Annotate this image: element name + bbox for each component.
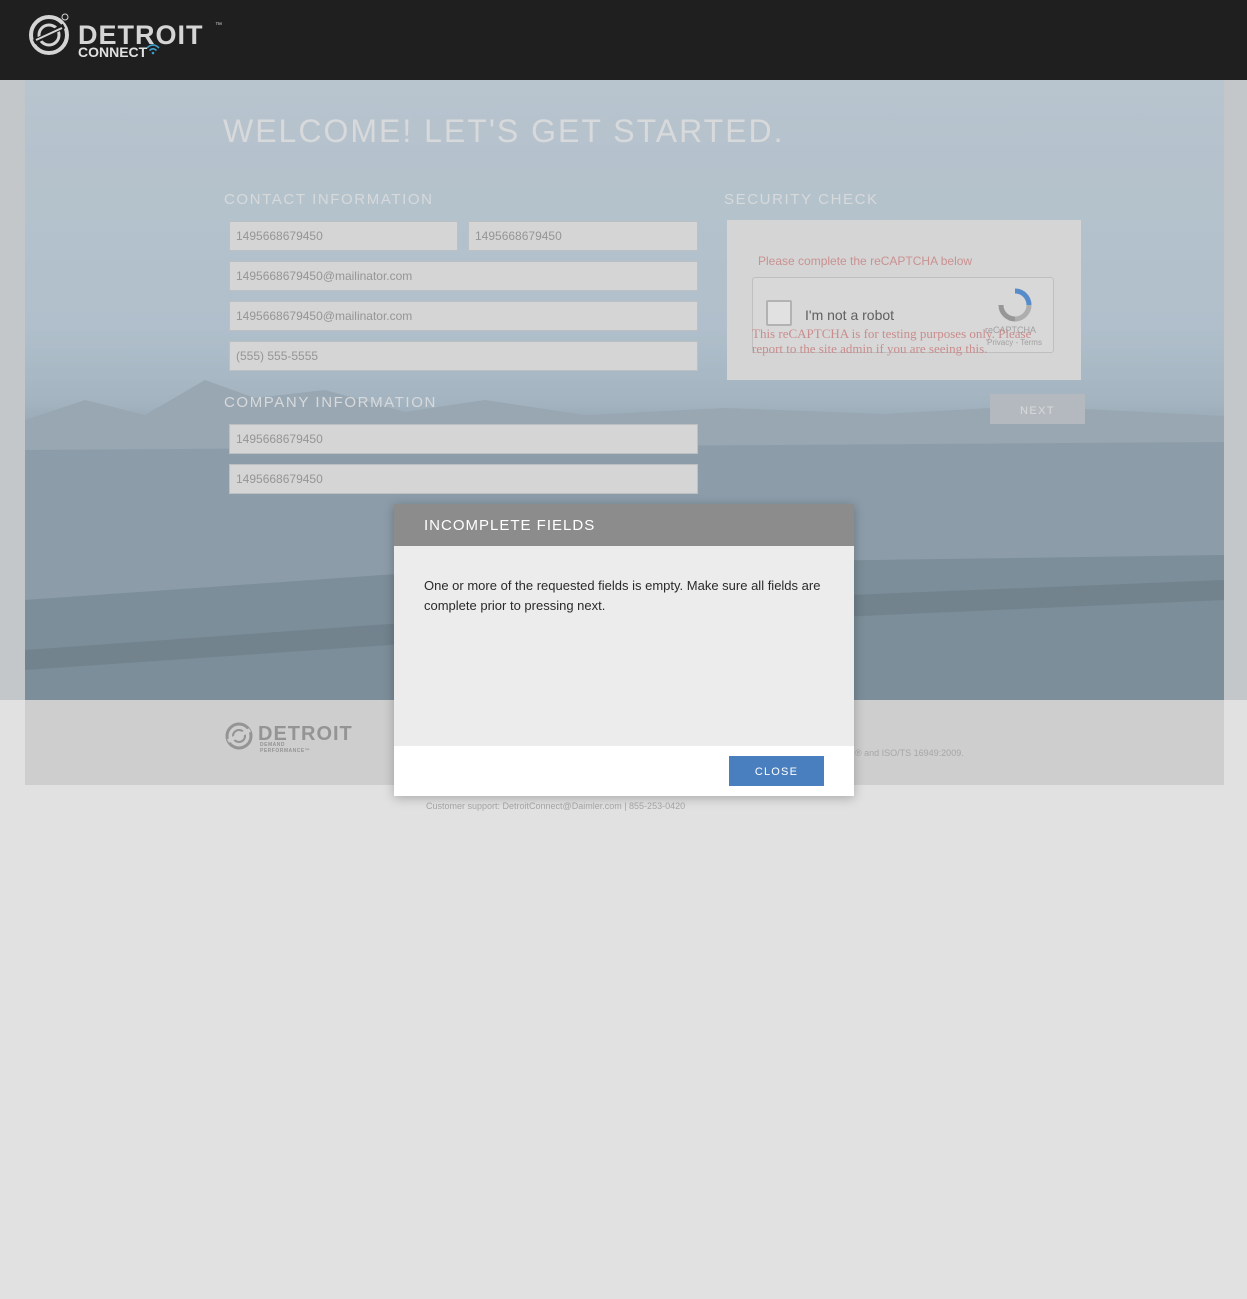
dialog-header: INCOMPLETE FIELDS <box>394 504 854 546</box>
close-button[interactable]: CLOSE <box>729 756 824 786</box>
dialog-title: INCOMPLETE FIELDS <box>424 517 596 534</box>
dialog-message: One or more of the requested fields is e… <box>424 578 821 613</box>
incomplete-fields-dialog: INCOMPLETE FIELDS One or more of the req… <box>394 504 854 796</box>
dialog-footer: CLOSE <box>394 746 854 796</box>
